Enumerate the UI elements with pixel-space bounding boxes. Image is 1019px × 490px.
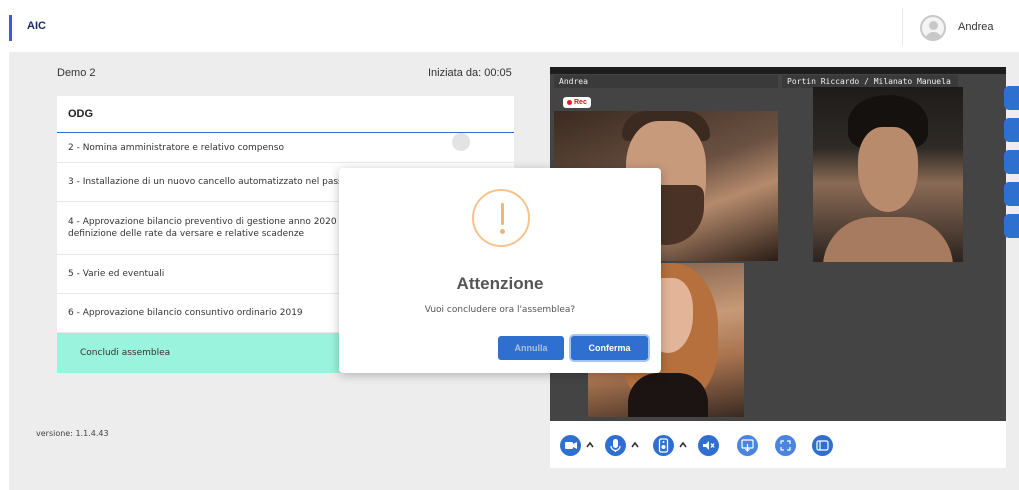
confirm-button[interactable]: Conferma <box>571 336 648 360</box>
video-feed-detail <box>858 127 918 212</box>
dialog-title: Attenzione <box>456 274 544 293</box>
call-controls <box>550 421 1006 468</box>
avatar-shoulders <box>925 32 942 39</box>
side-tab-refresh-icon[interactable] <box>1004 86 1019 110</box>
agenda-item[interactable]: 2 - Nomina amministratore e relativo com… <box>57 133 514 163</box>
agenda-item-label: 3 - Installazione di un nuovo cancello a… <box>68 177 349 187</box>
agenda-item-label: 4 - Approvazione bilancio preventivo di … <box>68 217 345 227</box>
chevron-up-icon[interactable] <box>629 438 641 452</box>
avatar[interactable] <box>920 15 946 41</box>
video-tile-participant[interactable] <box>813 87 963 262</box>
recording-label: Rec <box>574 99 587 106</box>
version-label: versione: 1.1.4.43 <box>36 429 109 438</box>
agenda-item-toggle[interactable] <box>452 133 470 151</box>
side-tab-chat-icon[interactable] <box>1004 182 1019 206</box>
warning-icon <box>472 189 530 247</box>
mute-audio-icon[interactable] <box>698 435 719 456</box>
meeting-timer: Iniziata da: 00:05 <box>428 67 512 79</box>
agenda-item-label: 5 - Varie ed eventuali <box>68 269 165 279</box>
fullscreen-icon[interactable] <box>775 435 796 456</box>
share-screen-icon[interactable] <box>737 435 758 456</box>
speaker-icon[interactable] <box>653 435 674 456</box>
warning-dot <box>500 229 505 234</box>
app-logo[interactable]: AIC <box>27 20 46 32</box>
confirm-dialog: Attenzione Vuoi concludere ora l'assembl… <box>339 168 661 373</box>
user-name[interactable]: Andrea <box>958 21 993 33</box>
user-separator <box>902 8 903 46</box>
side-tab-users-icon[interactable] <box>1004 214 1019 238</box>
cancel-button[interactable]: Annulla <box>498 336 564 360</box>
recording-badge: Rec <box>563 97 591 108</box>
agenda-item-label: 2 - Nomina amministratore e relativo com… <box>68 142 284 153</box>
warning-mark <box>501 203 504 225</box>
brand-accent-bar <box>9 15 12 41</box>
agenda-item-label-continued: definizione delle rate da versare e rela… <box>68 229 305 239</box>
dialog-message: Vuoi concludere ora l'assemblea? <box>424 305 576 315</box>
side-tab-documents-icon[interactable] <box>1004 150 1019 174</box>
participant-label: Andrea <box>554 75 778 88</box>
avatar-head <box>929 21 938 30</box>
record-dot-icon <box>567 99 572 105</box>
video-top-strip <box>550 67 1006 74</box>
meeting-name: Demo 2 <box>57 67 96 79</box>
video-feed-detail <box>823 217 953 262</box>
microphone-icon[interactable] <box>605 435 626 456</box>
top-bar: AIC Andrea <box>0 0 1019 52</box>
agenda-item-label: 6 - Approvazione bilancio consuntivo ord… <box>68 308 303 318</box>
side-tab-participants-icon[interactable] <box>1004 118 1019 142</box>
chevron-up-icon[interactable] <box>677 438 689 452</box>
video-feed-detail <box>628 373 708 417</box>
agenda-title: ODG <box>68 108 94 120</box>
camera-icon[interactable] <box>560 435 581 456</box>
chevron-up-icon[interactable] <box>584 438 596 452</box>
layout-icon[interactable] <box>812 435 833 456</box>
